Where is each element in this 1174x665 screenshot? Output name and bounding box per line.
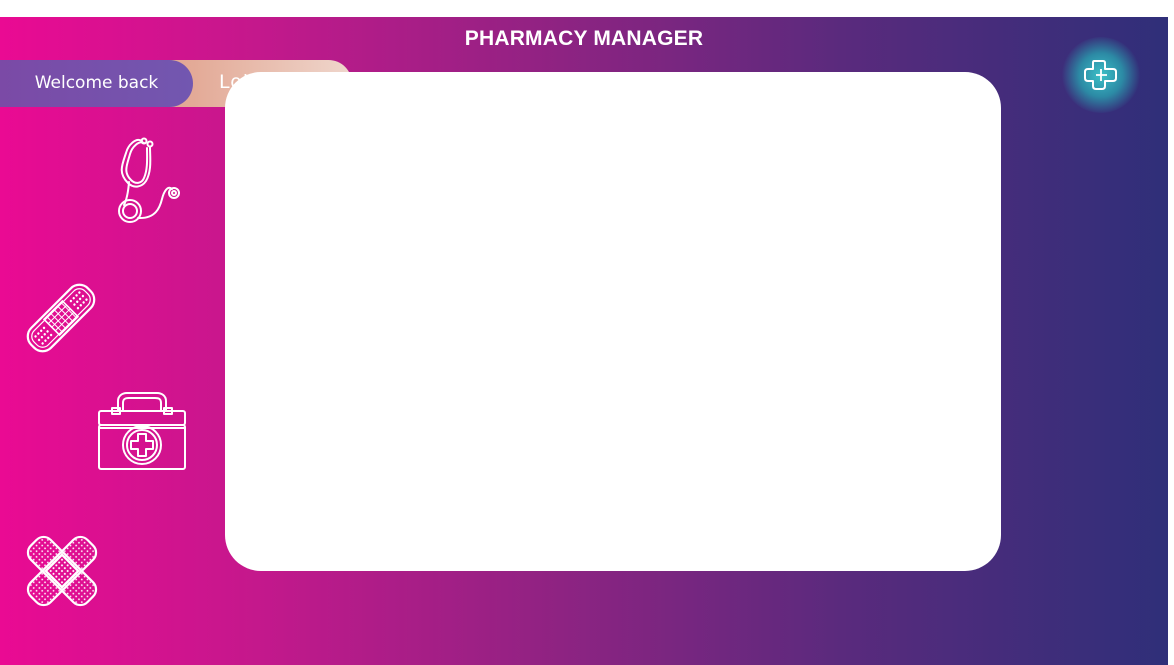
sidebar-item-crossed-bandages[interactable] [20,529,104,613]
sidebar-item-bandage[interactable] [18,277,104,359]
stethoscope-icon [118,137,180,223]
welcome-label: Welcome back [0,60,193,107]
sidebar-item-first-aid-kit[interactable] [96,391,188,473]
logo-badge[interactable] [1062,37,1140,113]
sidebar-item-stethoscope[interactable] [100,135,184,225]
crossed-bandages-icon [26,535,98,607]
bandage-icon [26,283,96,353]
first-aid-kit-icon [98,392,186,470]
main-content-panel [225,72,1001,571]
medical-cross-icon [1084,60,1117,90]
app-title: PHARMACY MANAGER [464,27,704,50]
app-window: PHARMACY MANAGER Welcome back Lokesh [0,17,1168,665]
